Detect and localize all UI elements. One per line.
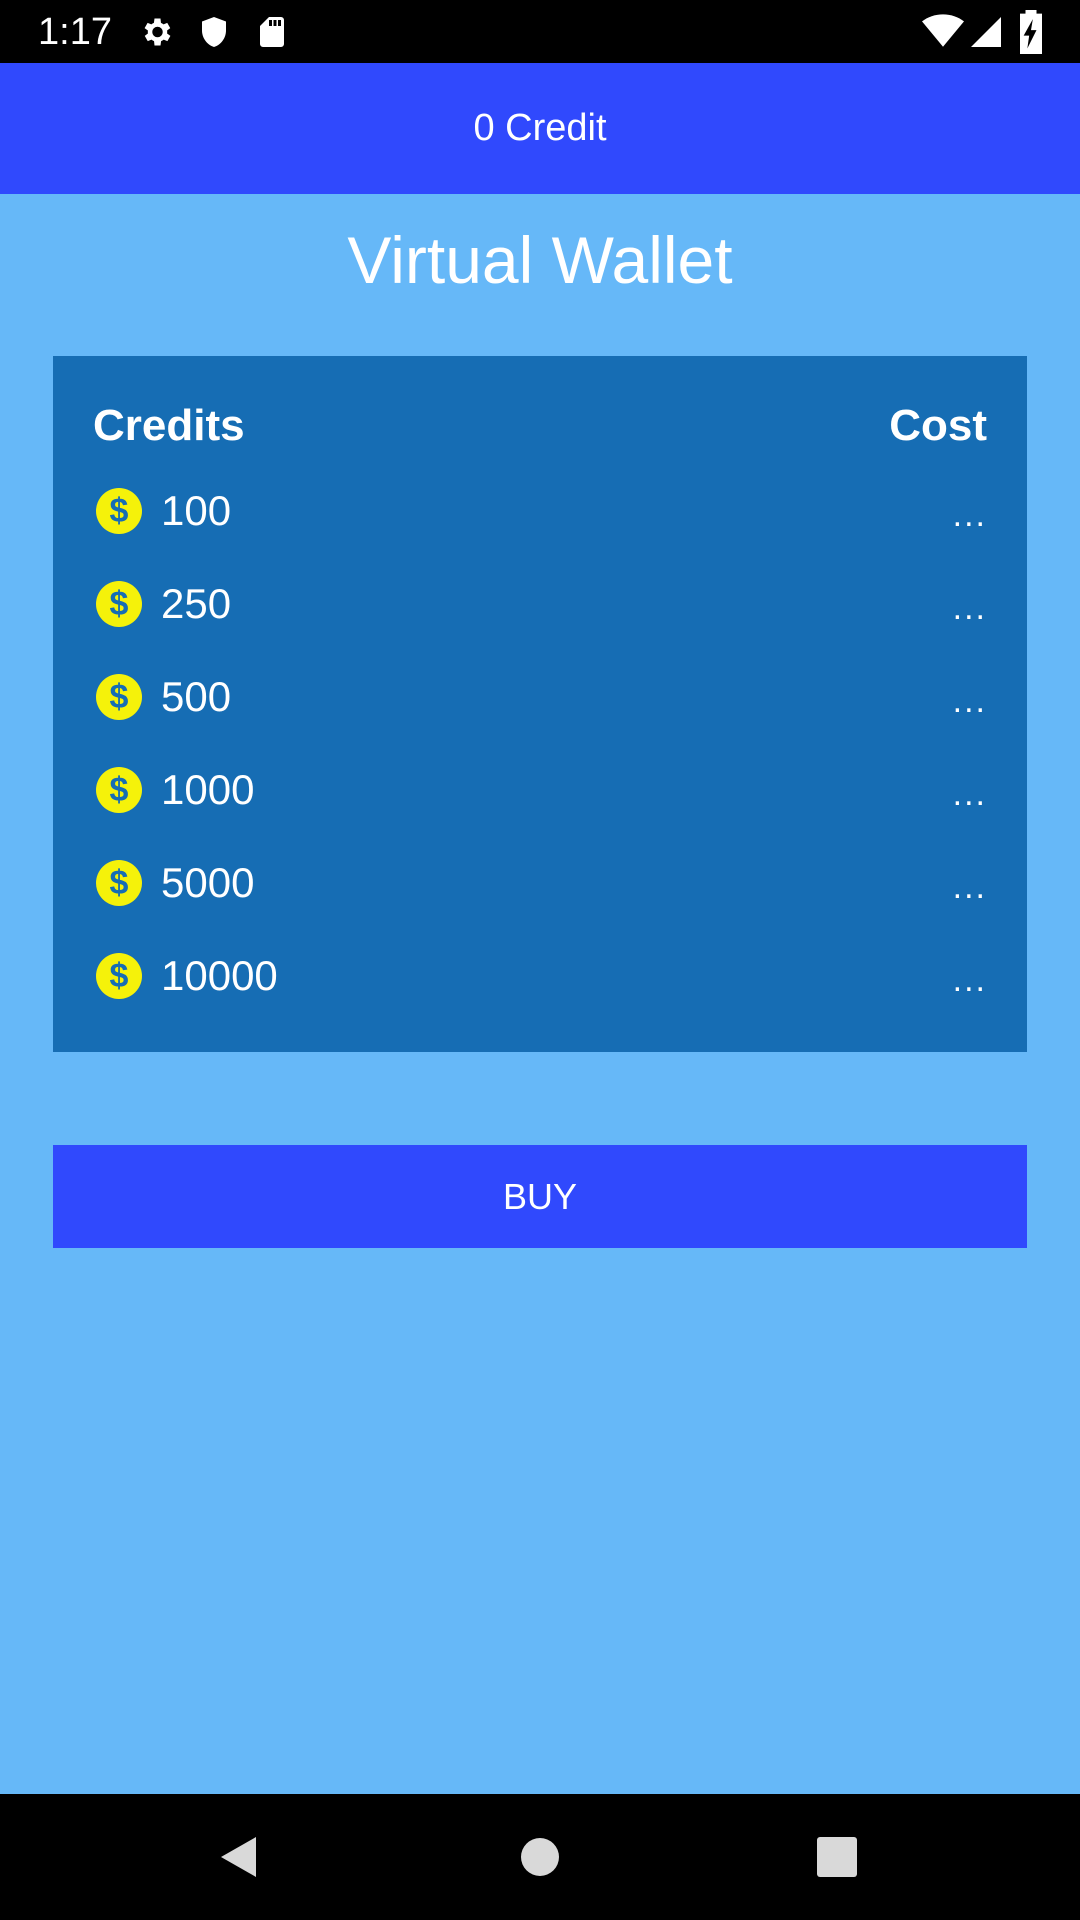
- dollar-coin-icon: $: [96, 952, 142, 999]
- dollar-coin-icon: $: [96, 487, 142, 534]
- credit-cost: ...: [952, 496, 987, 534]
- credit-option-left: $ 1000: [93, 766, 254, 814]
- credit-cost: ...: [952, 868, 987, 906]
- shield-icon: [202, 17, 226, 47]
- credit-cost: ...: [952, 961, 987, 999]
- credit-option-row[interactable]: $ 500 ...: [93, 650, 987, 743]
- svg-text:$: $: [110, 678, 129, 716]
- dollar-coin-icon: $: [96, 673, 142, 720]
- dollar-coin-icon: $: [96, 580, 142, 627]
- credit-option-left: $ 500: [93, 673, 231, 721]
- svg-text:$: $: [110, 492, 129, 530]
- credit-option-row[interactable]: $ 1000 ...: [93, 743, 987, 836]
- cell-signal-icon: [971, 17, 1001, 47]
- wifi-icon: [922, 14, 964, 47]
- credit-option-row[interactable]: $ 100 ...: [93, 464, 987, 557]
- svg-text:$: $: [110, 771, 129, 809]
- battery-charging-icon: [1020, 10, 1042, 54]
- status-time: 1:17: [38, 11, 112, 53]
- credit-cost: ...: [952, 682, 987, 720]
- table-header: Credits Cost: [93, 396, 987, 456]
- credit-option-row[interactable]: $ 250 ...: [93, 557, 987, 650]
- recents-icon[interactable]: [812, 1832, 862, 1882]
- credit-option-row[interactable]: $ 10000 ...: [93, 929, 987, 1022]
- credit-header: 0 Credit: [0, 63, 1080, 194]
- credit-amount: 100: [161, 486, 232, 534]
- credit-amount: 1000: [161, 765, 255, 813]
- app-root: 1:17 0 Credit Virtual Wallet Credits Cos…: [0, 0, 1080, 1920]
- svg-text:$: $: [110, 864, 129, 902]
- credit-option-left: $ 5000: [93, 859, 254, 907]
- credit-option-left: $ 10000: [93, 952, 278, 1000]
- home-icon[interactable]: [515, 1832, 565, 1882]
- credit-options-list: $ 100 ... $ 250 ... $ 500 ... $ 1000 ...…: [93, 464, 987, 1022]
- credit-cost: ...: [952, 775, 987, 813]
- credit-amount: 250: [161, 579, 232, 627]
- credit-option-row[interactable]: $ 5000 ...: [93, 836, 987, 929]
- buy-button[interactable]: BUY: [53, 1145, 1027, 1248]
- credit-option-left: $ 250: [93, 580, 231, 628]
- column-header-credits: Credits: [93, 401, 245, 450]
- back-icon[interactable]: [214, 1832, 264, 1882]
- dollar-coin-icon: $: [96, 766, 142, 813]
- gear-icon: [144, 18, 171, 46]
- svg-text:$: $: [110, 585, 129, 623]
- dollar-coin-icon: $: [96, 859, 142, 906]
- svg-text:$: $: [110, 957, 129, 995]
- status-bar: 1:17: [0, 0, 1080, 63]
- credit-balance: 0 Credit: [473, 107, 607, 149]
- credit-option-left: $ 100: [93, 487, 231, 535]
- page-title: Virtual Wallet: [347, 223, 733, 297]
- column-header-cost: Cost: [889, 401, 987, 450]
- credit-amount: 10000: [161, 951, 278, 999]
- credits-panel: Credits Cost $ 100 ... $ 250 ... $ 500 .…: [53, 356, 1027, 1052]
- sd-card-icon: [260, 17, 284, 47]
- credit-amount: 500: [161, 672, 232, 720]
- credit-amount: 5000: [161, 858, 255, 906]
- credit-cost: ...: [952, 589, 987, 627]
- navigation-bar: [0, 1794, 1080, 1920]
